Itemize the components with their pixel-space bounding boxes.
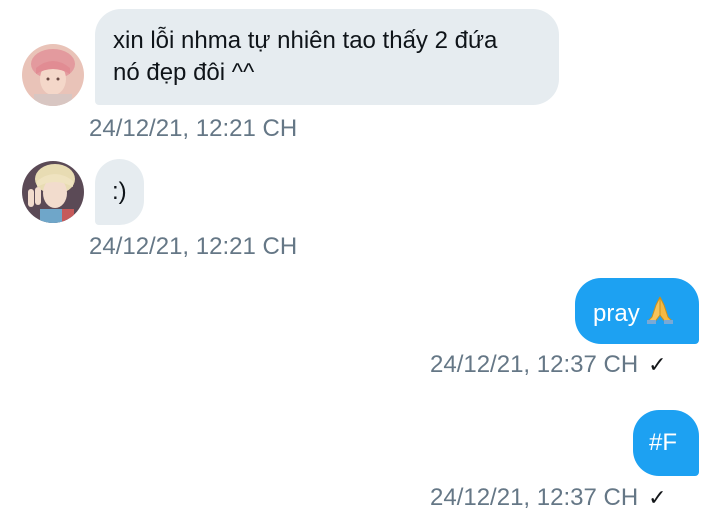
avatar[interactable] xyxy=(22,161,84,223)
outgoing-message-bubble[interactable]: pray xyxy=(575,278,699,344)
message-text-line: xin lỗi nhma tự nhiên tao thấy 2 đứa xyxy=(113,27,498,54)
message-thread: xin lỗi nhma tự nhiên tao thấy 2 đứa nó … xyxy=(0,0,720,522)
incoming-message-bubble[interactable]: :) xyxy=(95,159,144,225)
message-text: #F xyxy=(649,429,678,456)
blond-hair-peace-sign-avatar-image xyxy=(22,161,84,223)
avatar[interactable] xyxy=(22,44,84,106)
message-meta: 24/12/21, 12:37 CH ✓ xyxy=(430,484,667,512)
message-text: :) xyxy=(112,178,127,205)
message-text: pray xyxy=(593,300,640,327)
sent-check-icon: ✓ xyxy=(648,352,667,377)
message-timestamp: 24/12/21, 12:37 CH xyxy=(430,351,639,378)
message-timestamp: 24/12/21, 12:21 CH xyxy=(89,115,298,142)
message-timestamp: 24/12/21, 12:21 CH xyxy=(89,233,298,260)
incoming-message-bubble[interactable]: xin lỗi nhma tự nhiên tao thấy 2 đứa nó … xyxy=(95,9,559,105)
pink-hair-person-avatar-image xyxy=(22,44,84,106)
sent-check-icon: ✓ xyxy=(648,485,667,510)
message-timestamp: 24/12/21, 12:37 CH xyxy=(430,484,639,511)
folded-hands-icon xyxy=(644,295,676,334)
outgoing-message-bubble[interactable]: #F xyxy=(633,410,699,476)
message-meta: 24/12/21, 12:37 CH ✓ xyxy=(430,351,667,379)
message-text-line: nó đẹp đôi ^^ xyxy=(113,59,255,86)
